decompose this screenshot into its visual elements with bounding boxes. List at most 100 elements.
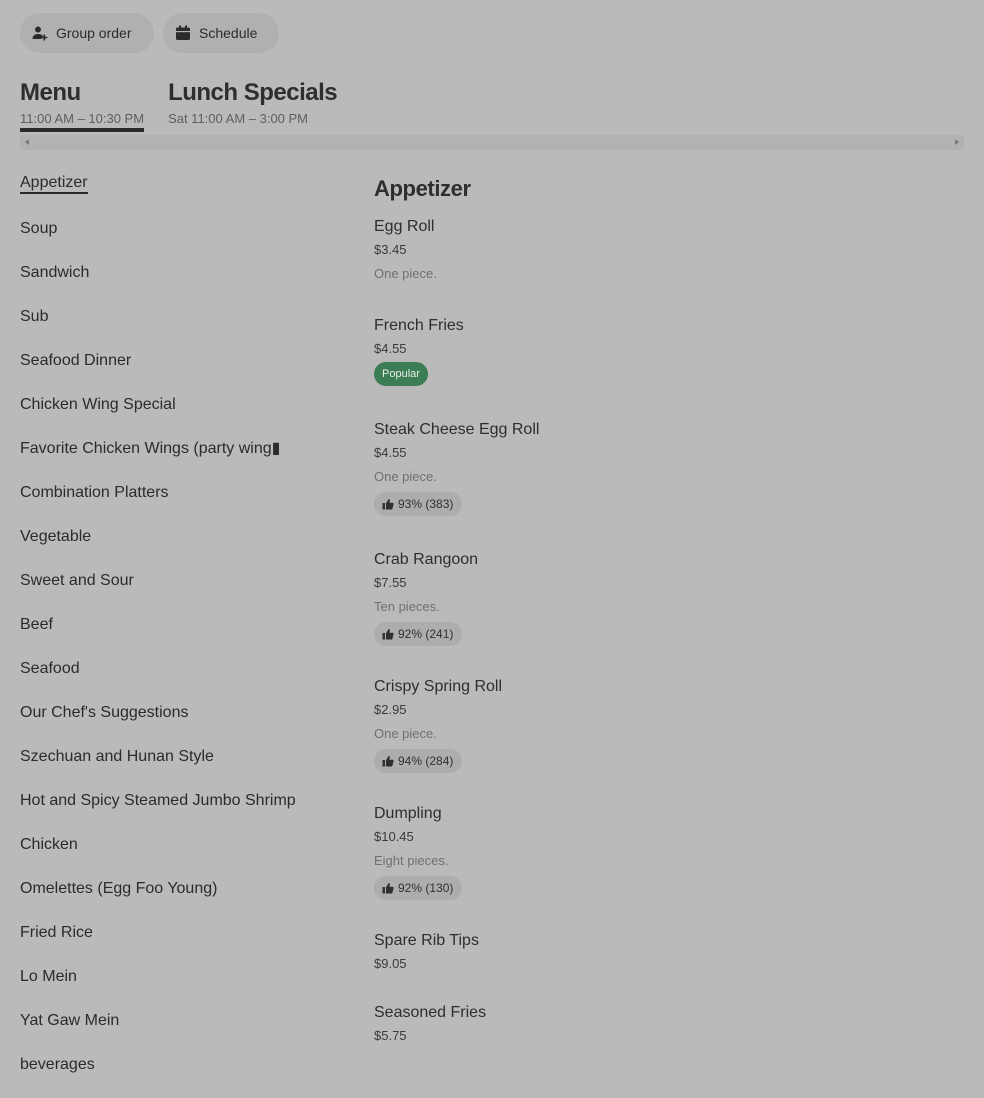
scroll-right-icon[interactable] — [955, 139, 959, 145]
item-description: Ten pieces. — [374, 599, 440, 614]
menu-section: Appetizer Egg Roll $3.45 One piece. French … — [374, 174, 964, 1044]
sidebar-category[interactable]: Vegetable — [20, 526, 320, 570]
sidebar-category-label: Appetizer — [20, 174, 88, 194]
item-description: One piece. — [374, 266, 437, 281]
sidebar-category[interactable]: Soup — [20, 218, 320, 262]
menu-item[interactable]: Egg Roll $3.45 One piece. — [374, 216, 964, 282]
sidebar-category[interactable]: Sandwich — [20, 262, 320, 306]
rating-text: 92% (241) — [398, 627, 454, 641]
item-price: $3.45 — [374, 242, 407, 257]
rating-text: 92% (130) — [398, 881, 454, 895]
sidebar-category[interactable]: Omelettes (Egg Foo Young) — [20, 878, 320, 922]
item-price: $9.05 — [374, 956, 407, 971]
category-sidebar: Appetizer Soup Sandwich Sub Seafood Dinner Ch… — [20, 172, 320, 1098]
sidebar-category-label: Fried Rice — [20, 924, 93, 941]
sidebar-category-label: Chicken — [20, 836, 78, 853]
sidebar-category[interactable]: Yat Gaw Mein — [20, 1010, 320, 1054]
sidebar-category[interactable]: Combination Platters — [20, 482, 320, 526]
item-price: $2.95 — [374, 702, 407, 717]
item-price: $10.45 — [374, 829, 414, 844]
thumbs-up-icon — [382, 882, 394, 894]
menu-item[interactable]: Crab Rangoon $7.55 Ten pieces. 92% (241) — [374, 549, 964, 646]
item-price: $7.55 — [374, 575, 407, 590]
sidebar-category-label: Soup — [20, 220, 58, 237]
scroll-left-icon[interactable] — [25, 139, 29, 145]
sidebar-category-label: Beef — [20, 616, 53, 633]
item-description: Eight pieces. — [374, 853, 449, 868]
tab-lunch-specials[interactable]: Lunch Specials Sat 11:00 AM – 3:00 PM — [168, 78, 338, 132]
sidebar-category[interactable]: Hot and Spicy Steamed Jumbo Shrimp — [20, 790, 320, 834]
menu-title: Lunch Specials — [168, 79, 338, 106]
item-description: One piece. — [374, 726, 437, 741]
item-name: Dumpling — [374, 805, 442, 822]
sidebar-category[interactable]: Lo Mein — [20, 966, 320, 1010]
toolbar: Group order Schedule — [20, 13, 279, 53]
sidebar-category-label: Yat Gaw Mein — [20, 1012, 120, 1029]
item-name: French Fries — [374, 317, 464, 334]
item-name: Egg Roll — [374, 218, 435, 235]
sidebar-category-label: Sweet and Sour — [20, 572, 134, 589]
thumbs-up-icon — [382, 755, 394, 767]
sidebar-category[interactable]: Seafood — [20, 658, 320, 702]
sidebar-category-label: Szechuan and Hunan Style — [20, 748, 214, 765]
sidebar-category[interactable]: Seafood Dinner — [20, 350, 320, 394]
tab-menu[interactable]: Menu 11:00 AM – 10:30 PM — [20, 78, 145, 132]
sidebar-category-label: Omelettes (Egg Foo Young) — [20, 880, 218, 897]
item-list: Egg Roll $3.45 One piece. French Fries $4.55… — [374, 216, 964, 1044]
item-price: $4.55 — [374, 341, 407, 356]
thumbs-up-icon — [382, 628, 394, 640]
sidebar-category-label: Sandwich — [20, 264, 90, 281]
sidebar-category[interactable]: Appetizer — [20, 172, 320, 218]
sidebar-category[interactable]: Beef — [20, 614, 320, 658]
rating-text: 94% (284) — [398, 754, 454, 768]
menu-tabs: Menu 11:00 AM – 10:30 PM Lunch Specials … — [20, 78, 338, 132]
schedule-label: Schedule — [199, 25, 258, 41]
group-order-button[interactable]: Group order — [20, 13, 154, 53]
rating-badge: 92% (241) — [374, 622, 463, 646]
sidebar-category[interactable]: beverages — [20, 1054, 320, 1098]
item-name: Crab Rangoon — [374, 551, 479, 568]
item-description: One piece. — [374, 469, 437, 484]
rating-badge: 93% (383) — [374, 492, 463, 516]
add-person-icon — [32, 25, 48, 41]
menu-item[interactable]: Steak Cheese Egg Roll $4.55 One piece. 93% … — [374, 419, 964, 516]
sidebar-category-label: Combination Platters — [20, 484, 169, 501]
menu-item[interactable]: French Fries $4.55 Popular — [374, 315, 964, 386]
sidebar-category[interactable]: Our Chef's Suggestions — [20, 702, 320, 746]
menu-item[interactable]: Crispy Spring Roll $2.95 One piece. 94% (28… — [374, 676, 964, 773]
menu-item[interactable]: Seasoned Fries $5.75 — [374, 1002, 964, 1044]
item-price: $5.75 — [374, 1028, 407, 1043]
item-name: Crispy Spring Roll — [374, 678, 503, 695]
sidebar-category[interactable]: Favorite Chicken Wings (party wing▮ — [20, 438, 320, 482]
sidebar-category-label: Lo Mein — [20, 968, 77, 985]
menu-item[interactable]: Spare Rib Tips $9.05 — [374, 930, 964, 972]
sidebar-category[interactable]: Fried Rice — [20, 922, 320, 966]
horizontal-scrollbar[interactable] — [20, 135, 964, 150]
sidebar-category[interactable]: Chicken Wing Special — [20, 394, 320, 438]
sidebar-category[interactable]: Sweet and Sour — [20, 570, 320, 614]
menu-title: Menu — [20, 79, 81, 106]
sidebar-category[interactable]: Sub — [20, 306, 320, 350]
calendar-icon — [175, 25, 191, 41]
sidebar-category[interactable]: Chicken — [20, 834, 320, 878]
rating-text: 93% (383) — [398, 497, 454, 511]
section-title: Appetizer — [374, 176, 471, 201]
sidebar-category-label: Our Chef's Suggestions — [20, 704, 189, 721]
sidebar-category[interactable]: Szechuan and Hunan Style — [20, 746, 320, 790]
sidebar-category-label: Hot and Spicy Steamed Jumbo Shrimp — [20, 792, 296, 809]
item-name: Steak Cheese Egg Roll — [374, 421, 540, 438]
item-name: Spare Rib Tips — [374, 932, 479, 949]
sidebar-category-label: Chicken Wing Special — [20, 396, 176, 413]
sidebar-category-label: Seafood — [20, 660, 80, 677]
menu-item[interactable]: Dumpling $10.45 Eight pieces. 92% (130) — [374, 803, 964, 900]
rating-badge: 92% (130) — [374, 876, 463, 900]
menu-hours: Sat 11:00 AM – 3:00 PM — [168, 111, 309, 126]
sidebar-category-label: Favorite Chicken Wings (party wing▮ — [20, 440, 281, 457]
sidebar-category-label: beverages — [20, 1056, 95, 1073]
sidebar-category-label: Vegetable — [20, 528, 92, 545]
schedule-button[interactable]: Schedule — [163, 13, 279, 53]
thumbs-up-icon — [382, 498, 394, 510]
sidebar-category-label: Seafood Dinner — [20, 352, 132, 369]
group-order-label: Group order — [56, 25, 132, 41]
item-name: Seasoned Fries — [374, 1004, 487, 1021]
